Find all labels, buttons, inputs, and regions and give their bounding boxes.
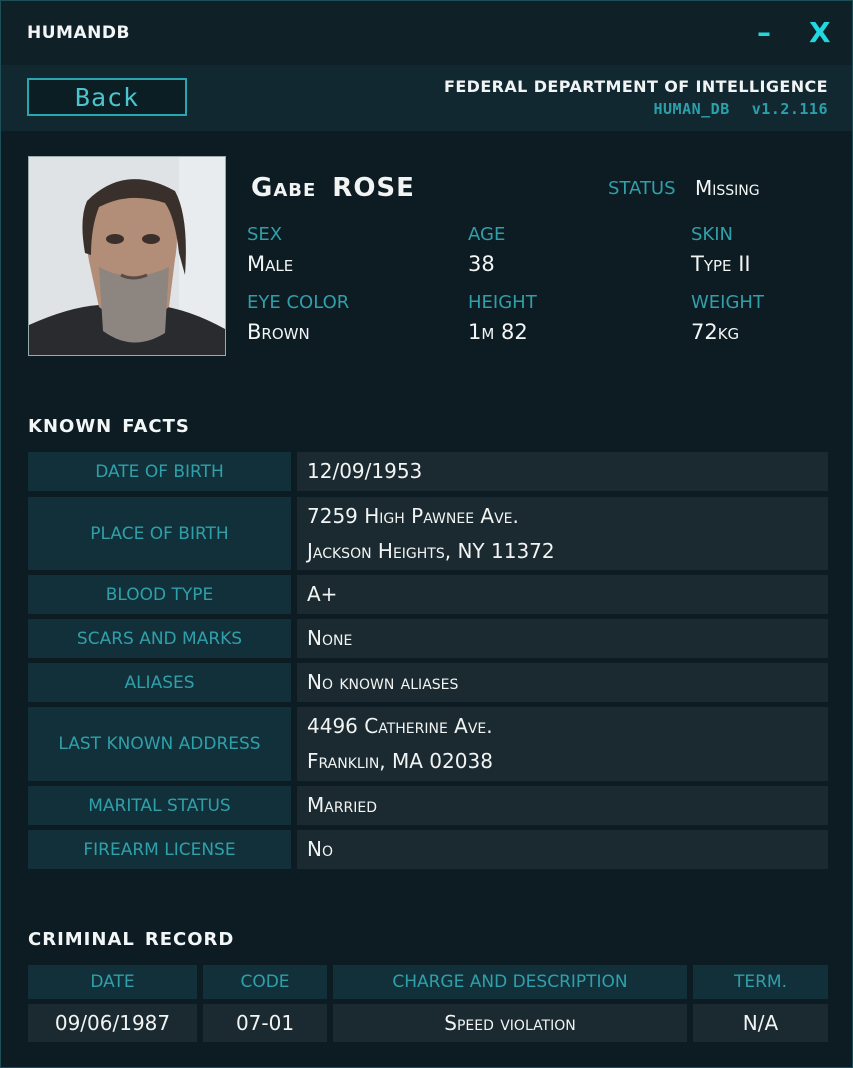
close-button[interactable]: X bbox=[809, 13, 831, 53]
person-name: Gabe ROSE bbox=[251, 173, 415, 203]
fact-row-marital-status: MARITAL STATUS Married bbox=[28, 786, 828, 825]
record-code-cell: 07-01 bbox=[203, 1004, 327, 1042]
fact-row-scars-and-marks: SCARS AND MARKS None bbox=[28, 619, 828, 658]
db-version: v1.2.116 bbox=[751, 100, 828, 118]
status-value: Missing bbox=[695, 176, 760, 200]
skin-value: Type II bbox=[691, 252, 751, 276]
age-label: AGE bbox=[468, 224, 506, 245]
fact-label: MARITAL STATUS bbox=[28, 786, 291, 825]
eye-color-label: EYE COLOR bbox=[247, 292, 350, 313]
minimize-button[interactable]: – bbox=[757, 13, 771, 53]
app-title: HUMANDB bbox=[27, 23, 130, 43]
criminal-record-title: CRIMINAL RECORD bbox=[28, 929, 234, 950]
sex-label: SEX bbox=[247, 224, 283, 245]
fact-value-line-1: 4496 Catherine Ave. bbox=[307, 714, 493, 738]
known-facts-title-word-2: FACTS bbox=[122, 416, 190, 437]
fact-label: BLOOD TYPE bbox=[28, 575, 291, 614]
fact-value-line-1: None bbox=[307, 626, 353, 650]
age-value: 38 bbox=[468, 252, 495, 276]
weight-value: 72kg bbox=[691, 320, 740, 344]
fact-value: No known aliases bbox=[297, 663, 828, 702]
known-facts-title: KNOWN FACTS bbox=[28, 416, 190, 437]
fact-label: FIREARM LICENSE bbox=[28, 830, 291, 869]
sex-value: Male bbox=[247, 252, 294, 276]
fact-row-last-known-address: LAST KNOWN ADDRESS 4496 Catherine Ave. F… bbox=[28, 707, 828, 781]
record-date-cell: 09/06/1987 bbox=[28, 1004, 197, 1042]
fact-value-line-1: 12/09/1953 bbox=[307, 459, 423, 483]
title-bar: HUMANDB – X bbox=[1, 1, 852, 65]
fact-label: PLACE OF BIRTH bbox=[28, 497, 291, 570]
header-band: Back FEDERAL DEPARTMENT OF INTELLIGENCE … bbox=[1, 65, 852, 131]
fact-value: Married bbox=[297, 786, 828, 825]
height-label: HEIGHT bbox=[468, 292, 537, 313]
weight-label: WEIGHT bbox=[691, 292, 764, 313]
fact-label: DATE OF BIRTH bbox=[28, 452, 291, 491]
profile-photo bbox=[28, 156, 226, 356]
fact-row-date-of-birth: DATE OF BIRTH 12/09/1953 bbox=[28, 452, 828, 491]
record-charge-cell: Speed violation bbox=[333, 1004, 687, 1042]
criminal-record-title-word-1: CRIMINAL bbox=[28, 929, 135, 950]
known-facts-title-word-1: KNOWN bbox=[28, 416, 113, 437]
db-info: HUMAN_DB v1.2.116 bbox=[654, 100, 829, 118]
fact-value-line-2: Jackson Heights, NY 11372 bbox=[307, 538, 555, 563]
column-header-term: TERM. bbox=[693, 965, 828, 999]
fact-row-firearm-license: FIREARM LICENSE No bbox=[28, 830, 828, 869]
fact-row-aliases: ALIASES No known aliases bbox=[28, 663, 828, 702]
fact-label: LAST KNOWN ADDRESS bbox=[28, 707, 291, 781]
fact-value-line-1: No known aliases bbox=[307, 670, 459, 694]
fact-value: A+ bbox=[297, 575, 828, 614]
column-header-code: CODE bbox=[203, 965, 327, 999]
db-name: HUMAN_DB bbox=[653, 100, 730, 118]
back-button[interactable]: Back bbox=[27, 78, 187, 116]
status-label: STATUS bbox=[608, 178, 676, 199]
fact-value: 4496 Catherine Ave. Franklin, MA 02038 bbox=[297, 707, 828, 781]
fact-label: ALIASES bbox=[28, 663, 291, 702]
fact-value-line-1: A+ bbox=[307, 582, 338, 606]
criminal-record-title-word-2: RECORD bbox=[144, 929, 235, 950]
agency-name: FEDERAL DEPARTMENT OF INTELLIGENCE bbox=[444, 77, 828, 96]
fact-value: 7259 High Pawnee Ave. Jackson Heights, N… bbox=[297, 497, 828, 570]
fact-value: No bbox=[297, 830, 828, 869]
first-name: Gabe bbox=[251, 173, 317, 203]
fact-value-line-1: 7259 High Pawnee Ave. bbox=[307, 503, 519, 528]
record-term-cell: N/A bbox=[693, 1004, 828, 1042]
column-header-charge: CHARGE AND DESCRIPTION bbox=[333, 965, 687, 999]
fact-value-line-1: Married bbox=[307, 793, 378, 817]
fact-row-blood-type: BLOOD TYPE A+ bbox=[28, 575, 828, 614]
skin-label: SKIN bbox=[691, 224, 734, 245]
fact-value: None bbox=[297, 619, 828, 658]
fact-label: SCARS AND MARKS bbox=[28, 619, 291, 658]
last-name: ROSE bbox=[332, 173, 415, 203]
fact-value: 12/09/1953 bbox=[297, 452, 828, 491]
fact-value-line-2: Franklin, MA 02038 bbox=[307, 749, 493, 773]
eye-color-value: Brown bbox=[247, 320, 310, 344]
column-header-date: DATE bbox=[28, 965, 197, 999]
fact-value-line-1: No bbox=[307, 837, 333, 861]
humandb-window: HUMANDB – X Back FEDERAL DEPARTMENT OF I… bbox=[0, 0, 853, 1068]
height-value: 1m 82 bbox=[468, 320, 528, 344]
fact-row-place-of-birth: PLACE OF BIRTH 7259 High Pawnee Ave. Jac… bbox=[28, 497, 828, 570]
